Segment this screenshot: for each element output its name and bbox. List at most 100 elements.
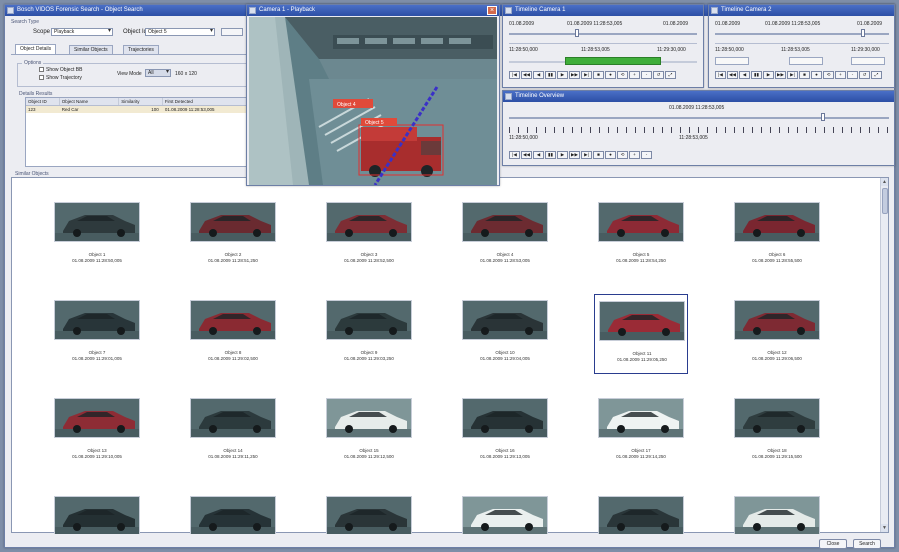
result-thumbnail[interactable]: Object 5 01.08.2009 11:28:54,250 — [594, 196, 688, 276]
playback-control-button[interactable]: ■ — [593, 71, 604, 79]
playback-control-button[interactable]: ● — [605, 151, 616, 159]
tab-object-details[interactable]: Object Details — [15, 44, 57, 54]
playback-control-button[interactable]: ■ — [593, 151, 604, 159]
playback-control-button[interactable]: ⤢ — [871, 71, 882, 79]
playback-control-button[interactable]: ▶| — [787, 71, 798, 79]
playback-control-button[interactable]: ◀ — [533, 151, 544, 159]
playback-control-button[interactable]: |◀ — [715, 71, 726, 79]
playback-control-button[interactable]: ⤢ — [665, 71, 676, 79]
vehicle-image — [326, 398, 412, 438]
playback-control-button[interactable]: |◀ — [509, 151, 520, 159]
timeline-b-knob[interactable] — [861, 29, 865, 37]
result-thumbnail[interactable]: Object 6 01.08.2009 11:28:55,500 — [730, 196, 824, 276]
playback-control-button[interactable]: ▶ — [557, 151, 568, 159]
playback-control-button[interactable]: + — [629, 71, 640, 79]
scroll-up-icon[interactable]: ▲ — [881, 178, 888, 186]
result-thumbnail[interactable]: Object 17 01.08.2009 11:29:14,250 — [594, 392, 688, 472]
result-thumbnail[interactable]: Object 15 01.08.2009 11:29:12,500 — [322, 392, 416, 472]
details-col-header[interactable]: First Detected — [163, 98, 252, 105]
results-scrollbar[interactable]: ▲ ▼ — [880, 178, 888, 532]
playback-control-button[interactable]: ▶| — [581, 71, 592, 79]
search-button[interactable]: Search — [853, 539, 881, 549]
show-trajectory-checkbox[interactable]: Show Trajectory — [39, 75, 82, 81]
result-thumbnail[interactable]: Object 1 01.08.2009 11:28:50,005 — [50, 196, 144, 276]
playback-control-button[interactable]: + — [629, 151, 640, 159]
close-icon[interactable]: × — [487, 6, 497, 15]
result-thumbnail[interactable]: Object 2001.08.2009 11:29:21,250 — [186, 490, 280, 534]
playback-control-button[interactable]: ↺ — [859, 71, 870, 79]
result-thumbnail[interactable]: Object 10 01.08.2009 11:29:04,005 — [458, 294, 552, 374]
timeline-b-input-1[interactable] — [715, 57, 749, 65]
playback-control-button[interactable]: |◀ — [509, 71, 520, 79]
result-thumbnail[interactable]: Object 7 01.08.2009 11:29:01,005 — [50, 294, 144, 374]
playback-control-button[interactable]: ◀◀ — [727, 71, 738, 79]
tab-trajectories[interactable]: Trajectories — [123, 45, 159, 54]
result-thumbnail[interactable]: Object 13 01.08.2009 11:29:10,005 — [50, 392, 144, 472]
view-mode-select[interactable]: All — [145, 69, 171, 77]
timeline-c-track[interactable] — [509, 117, 889, 119]
playback-control-button[interactable]: ◀◀ — [521, 151, 532, 159]
result-thumbnail[interactable]: Object 8 01.08.2009 11:29:02,500 — [186, 294, 280, 374]
result-thumbnail[interactable]: Object 2201.08.2009 11:29:23,005 — [458, 490, 552, 534]
playback-control-button[interactable]: ▮▮ — [545, 151, 556, 159]
close-button[interactable]: Close — [819, 539, 847, 549]
playback-control-button[interactable]: ↺ — [653, 71, 664, 79]
video-titlebar[interactable]: Camera 1 - Playback × — [247, 5, 499, 16]
playback-control-button[interactable]: ◀ — [739, 71, 750, 79]
result-thumbnail[interactable]: Object 3 01.08.2009 11:28:52,500 — [322, 196, 416, 276]
playback-control-button[interactable]: ⟲ — [823, 71, 834, 79]
result-thumbnail[interactable]: Object 2301.08.2009 11:29:24,250 — [594, 490, 688, 534]
playback-control-button[interactable]: ◀ — [533, 71, 544, 79]
tab-similar-objects[interactable]: Similar Objects — [69, 45, 113, 54]
playback-control-button[interactable]: ■ — [799, 71, 810, 79]
playback-control-button[interactable]: ● — [605, 71, 616, 79]
timeline-a-titlebar[interactable]: Timeline Camera 1 — [503, 5, 703, 16]
timeline-c-titlebar[interactable]: Timeline Overview — [503, 91, 894, 102]
result-thumbnail[interactable]: Object 11 01.08.2009 11:29:05,250 — [594, 294, 688, 374]
result-thumbnail[interactable]: Object 2101.08.2009 11:29:22,500 — [322, 490, 416, 534]
details-col-header[interactable]: Similarity — [119, 98, 163, 105]
result-thumbnail[interactable]: Object 16 01.08.2009 11:29:13,005 — [458, 392, 552, 472]
playback-control-button[interactable]: ▶▶ — [569, 151, 580, 159]
result-thumbnail[interactable]: Object 14 01.08.2009 11:29:11,250 — [186, 392, 280, 472]
playback-control-button[interactable]: - — [641, 71, 652, 79]
playback-control-button[interactable]: + — [835, 71, 846, 79]
playback-control-button[interactable]: ▶| — [581, 151, 592, 159]
timeline-a-track[interactable] — [509, 33, 697, 35]
details-col-header[interactable]: Object Name — [60, 98, 120, 105]
show-object-bb-checkbox[interactable]: Show Object BB — [39, 67, 82, 73]
playback-control-button[interactable]: ▶▶ — [569, 71, 580, 79]
result-thumbnail[interactable]: Object 18 01.08.2009 11:29:15,500 — [730, 392, 824, 472]
details-col-header[interactable]: Object ID — [26, 98, 60, 105]
details-table-row[interactable]: 123 Red Car 100 01.08.2009 11:28:53,005 — [26, 106, 252, 113]
playback-control-button[interactable]: ⟲ — [617, 71, 628, 79]
result-thumbnail[interactable]: Object 9 01.08.2009 11:29:03,250 — [322, 294, 416, 374]
playback-control-button[interactable]: ▶▶ — [775, 71, 786, 79]
playback-control-button[interactable]: - — [641, 151, 652, 159]
object-id-browse-button[interactable] — [221, 28, 243, 36]
result-thumbnail[interactable]: Object 2 01.08.2009 11:28:51,250 — [186, 196, 280, 276]
object-id-select[interactable]: Object 5 — [145, 28, 215, 36]
playback-control-button[interactable]: ● — [811, 71, 822, 79]
result-thumbnail[interactable]: Object 2401.08.2009 11:29:25,500 — [730, 490, 824, 534]
playback-control-button[interactable]: ▮▮ — [751, 71, 762, 79]
playback-control-button[interactable]: ⟲ — [617, 151, 628, 159]
playback-control-button[interactable]: ▶ — [763, 71, 774, 79]
scroll-down-icon[interactable]: ▼ — [881, 524, 888, 532]
result-thumbnail[interactable]: Object 12 01.08.2009 11:29:06,500 — [730, 294, 824, 374]
result-thumbnail[interactable]: Object 1901.08.2009 11:29:20,005 — [50, 490, 144, 534]
result-thumbnail[interactable]: Object 4 01.08.2009 11:28:53,005 — [458, 196, 552, 276]
scope-select[interactable]: Playback — [51, 28, 113, 36]
playback-control-button[interactable]: - — [847, 71, 858, 79]
timeline-b-input-2[interactable] — [789, 57, 823, 65]
scroll-thumb[interactable] — [882, 188, 888, 214]
timeline-b-titlebar[interactable]: Timeline Camera 2 — [709, 5, 894, 16]
timeline-c-knob[interactable] — [821, 113, 825, 121]
timeline-a-progress[interactable] — [565, 57, 661, 65]
playback-control-button[interactable]: ▶ — [557, 71, 568, 79]
playback-control-button[interactable]: ▮▮ — [545, 71, 556, 79]
playback-control-button[interactable]: ◀◀ — [521, 71, 532, 79]
timeline-a-knob[interactable] — [575, 29, 579, 37]
timeline-b-input-3[interactable] — [851, 57, 885, 65]
video-frame[interactable]: Object 4 Object 5 — [249, 17, 497, 185]
